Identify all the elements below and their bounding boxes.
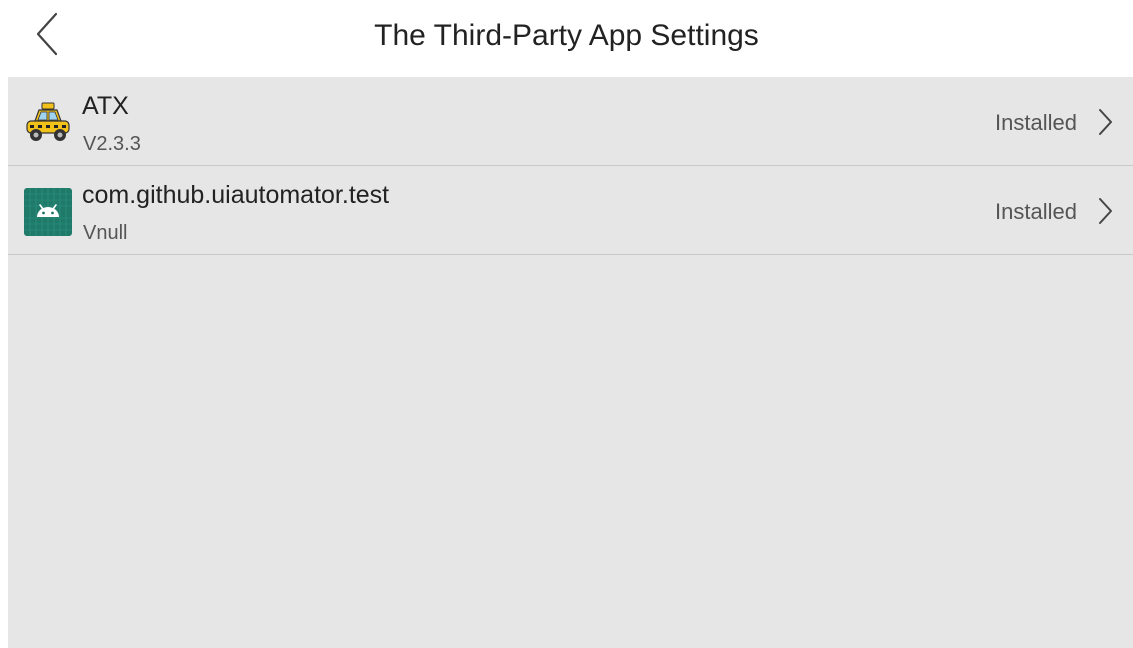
- app-header: The Third-Party App Settings: [0, 0, 1133, 77]
- app-name: com.github.uiautomator.test: [82, 181, 390, 209]
- chevron-right-icon: [1099, 109, 1112, 135]
- app-row-atx[interactable]: ATX V2.3.3 Installed: [8, 77, 1133, 166]
- app-list: ATX V2.3.3 Installed com.github.uiautoma…: [8, 77, 1133, 648]
- app-version: Vnull: [83, 222, 128, 244]
- chevron-right-icon: [1099, 198, 1112, 224]
- android-app-icon: [24, 188, 72, 236]
- app-name: ATX: [82, 92, 129, 120]
- app-row-uiautomator-test[interactable]: com.github.uiautomator.test Vnull Instal…: [8, 166, 1133, 255]
- taxi-car-icon: [26, 102, 70, 141]
- app-version: V2.3.3: [83, 133, 141, 155]
- install-status: Installed: [995, 110, 1077, 135]
- page-title: The Third-Party App Settings: [374, 19, 759, 52]
- install-status: Installed: [995, 199, 1077, 224]
